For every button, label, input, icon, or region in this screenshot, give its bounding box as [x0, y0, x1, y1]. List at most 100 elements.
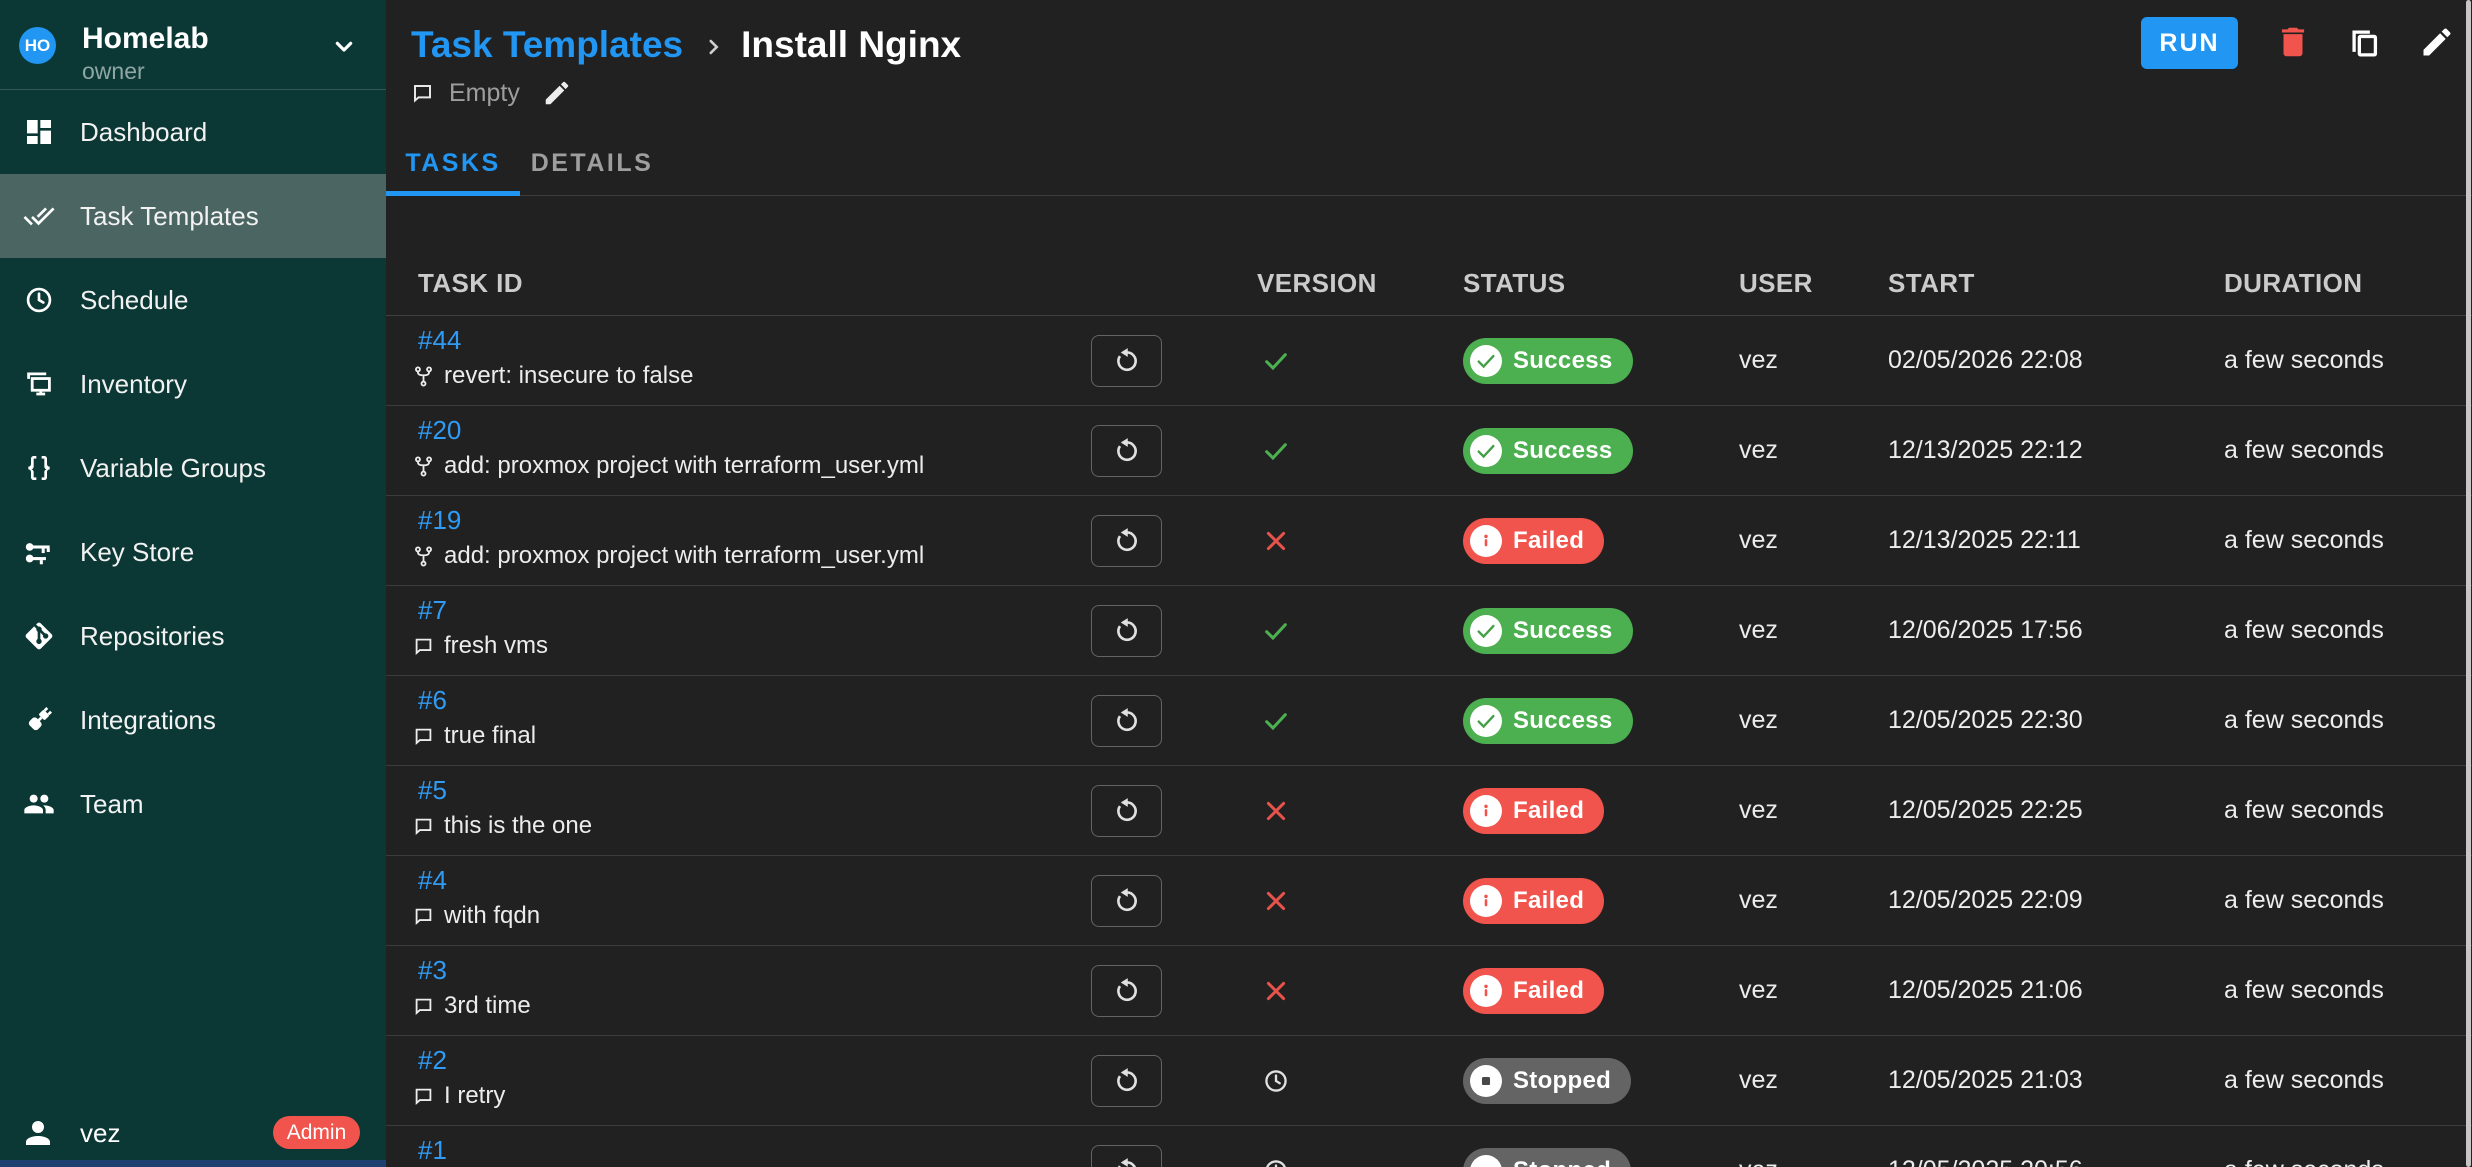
sidebar-item-integrations[interactable]: Integrations — [0, 678, 386, 762]
status-success-icon — [1470, 345, 1502, 377]
delete-template-trash-icon[interactable] — [2274, 23, 2312, 61]
task-start: 12/05/2025 21:03 — [1888, 1066, 2083, 1095]
code-braces-icon — [23, 452, 55, 484]
rerun-task-button[interactable] — [1091, 425, 1162, 477]
task-id-link[interactable]: #7 — [418, 595, 447, 626]
comment-icon — [412, 1085, 435, 1108]
version-fail-icon — [1262, 797, 1290, 825]
status-badge-success: Success — [1463, 338, 1633, 384]
task-id-link[interactable]: #19 — [418, 505, 461, 536]
table-row: #20add: proxmox project with terraform_u… — [386, 406, 2472, 496]
status-failed-icon — [1470, 975, 1502, 1007]
sidebar-item-task-templates[interactable]: Task Templates — [0, 174, 386, 258]
task-history-table: #44revert: insecure to falseSuccessvez02… — [386, 316, 2472, 1167]
version-fail-icon — [1262, 887, 1290, 915]
rerun-task-button[interactable] — [1091, 515, 1162, 567]
status-cell: Success — [1463, 608, 1633, 654]
task-id-link[interactable]: #44 — [418, 325, 461, 356]
sidebar-item-label: Team — [80, 789, 144, 820]
task-id-link[interactable]: #6 — [418, 685, 447, 716]
task-duration: a few seconds — [2224, 706, 2384, 735]
restart-icon — [1112, 436, 1142, 466]
sidebar-item-inventory[interactable]: Inventory — [0, 342, 386, 426]
task-id-link[interactable]: #4 — [418, 865, 447, 896]
project-switcher[interactable]: HO Homelab owner — [0, 0, 386, 90]
edit-description-pencil-icon[interactable] — [542, 78, 572, 108]
task-start: 12/13/2025 22:12 — [1888, 436, 2083, 465]
task-user: vez — [1739, 796, 1778, 825]
sidebar-item-repositories[interactable]: Repositories — [0, 594, 386, 678]
status-cell: Failed — [1463, 518, 1604, 564]
run-button[interactable]: RUN — [2141, 17, 2238, 69]
copy-template-icon[interactable] — [2346, 24, 2382, 60]
restart-icon — [1112, 616, 1142, 646]
rerun-task-button[interactable] — [1091, 785, 1162, 837]
version-ok-icon — [1262, 617, 1290, 645]
edit-template-pencil-icon[interactable] — [2419, 24, 2455, 60]
task-duration: a few seconds — [2224, 346, 2384, 375]
rerun-task-button[interactable] — [1091, 605, 1162, 657]
column-header-user: USER — [1739, 268, 1813, 299]
sidebar-item-key-store[interactable]: Key Store — [0, 510, 386, 594]
status-cell: Failed — [1463, 788, 1604, 834]
rerun-task-button[interactable] — [1091, 335, 1162, 387]
status-failed-icon — [1470, 885, 1502, 917]
rerun-task-button[interactable] — [1091, 965, 1162, 1017]
monitor-multiple-icon — [23, 368, 55, 400]
done-all-icon — [23, 200, 55, 232]
git-branch-icon — [412, 455, 435, 478]
sidebar-item-team[interactable]: Team — [0, 762, 386, 846]
status-badge-failed: Failed — [1463, 878, 1604, 924]
comment-icon — [412, 905, 435, 928]
task-start: 12/13/2025 22:11 — [1888, 526, 2081, 555]
status-badge-failed: Failed — [1463, 518, 1604, 564]
column-header-task-id: TASK ID — [418, 268, 523, 299]
status-cell: Stopped — [1463, 1058, 1631, 1104]
rerun-task-button[interactable] — [1091, 875, 1162, 927]
status-failed-icon — [1470, 795, 1502, 827]
tab-details[interactable]: DETAILS — [520, 134, 664, 192]
sidebar-item-label: Repositories — [80, 621, 225, 652]
rerun-task-button[interactable] — [1091, 1145, 1162, 1167]
sidebar-nav: DashboardTask TemplatesScheduleInventory… — [0, 90, 386, 846]
restart-icon — [1112, 706, 1142, 736]
status-failed-icon — [1470, 525, 1502, 557]
task-id-link[interactable]: #1 — [418, 1135, 447, 1166]
sidebar-bottom-strip — [0, 1160, 386, 1167]
task-id-link[interactable]: #3 — [418, 955, 447, 986]
status-cell: Success — [1463, 338, 1633, 384]
task-user: vez — [1739, 1156, 1778, 1167]
sidebar-item-variable-groups[interactable]: Variable Groups — [0, 426, 386, 510]
breadcrumb-parent-link[interactable]: Task Templates — [411, 24, 683, 66]
admin-badge: Admin — [273, 1116, 360, 1149]
template-description: Empty — [410, 76, 572, 110]
status-cell: Success — [1463, 428, 1633, 474]
status-success-icon — [1470, 705, 1502, 737]
rerun-task-button[interactable] — [1091, 695, 1162, 747]
column-header-duration: DURATION — [2224, 268, 2362, 299]
sidebar-item-label: Key Store — [80, 537, 194, 568]
version-pending-icon — [1262, 1157, 1290, 1167]
project-role: owner — [82, 58, 145, 85]
task-commit-message: 3rd time — [412, 992, 531, 1020]
task-duration: a few seconds — [2224, 976, 2384, 1005]
project-name: Homelab — [82, 22, 209, 56]
key-chain-icon — [23, 536, 55, 568]
tab-tasks[interactable]: TASKS — [386, 134, 520, 192]
table-row: #33rd timeFailedvez12/05/2025 21:06a few… — [386, 946, 2472, 1036]
comment-icon — [412, 635, 435, 658]
status-cell: Success — [1463, 698, 1633, 744]
table-row: #2I retryStoppedvez12/05/2025 21:03a few… — [386, 1036, 2472, 1126]
task-duration: a few seconds — [2224, 796, 2384, 825]
column-header-start: START — [1888, 268, 1975, 299]
sidebar-item-dashboard[interactable]: Dashboard — [0, 90, 386, 174]
user-name: vez — [80, 1118, 120, 1149]
task-id-link[interactable]: #20 — [418, 415, 461, 446]
task-id-link[interactable]: #2 — [418, 1045, 447, 1076]
sidebar-item-schedule[interactable]: Schedule — [0, 258, 386, 342]
git-branch-icon — [412, 365, 435, 388]
rerun-task-button[interactable] — [1091, 1055, 1162, 1107]
task-id-link[interactable]: #5 — [418, 775, 447, 806]
task-commit-message: revert: insecure to false — [412, 362, 693, 390]
vertical-scrollbar[interactable] — [2466, 0, 2471, 1167]
